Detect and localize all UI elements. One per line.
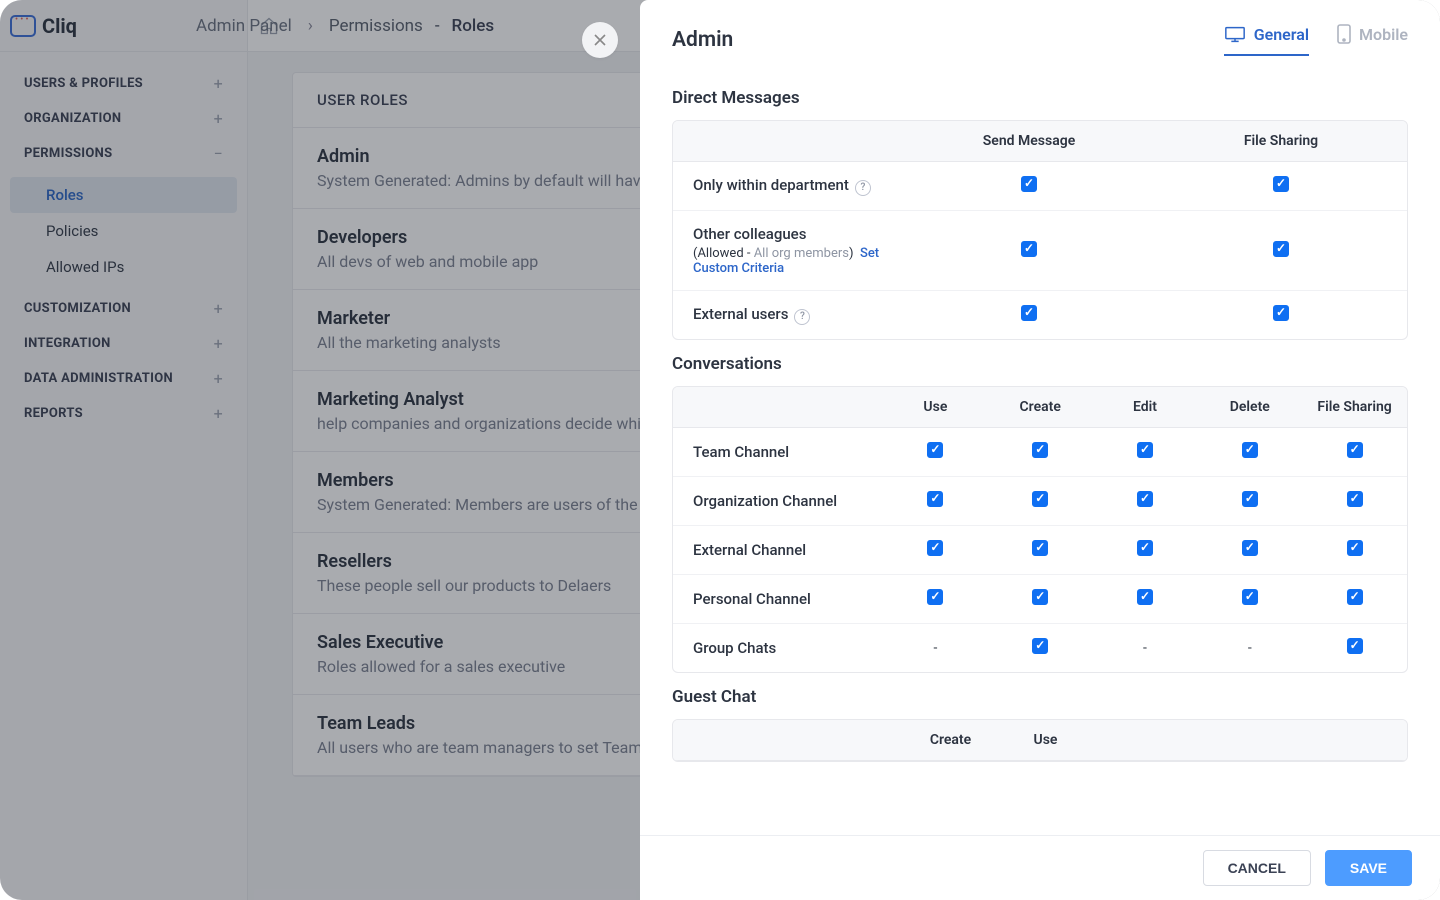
permission-checkbox[interactable]: [1021, 241, 1037, 257]
dm-row: External users?: [673, 291, 1407, 339]
permission-checkbox[interactable]: [1347, 491, 1363, 507]
permission-checkbox[interactable]: [1032, 540, 1048, 556]
save-button[interactable]: SAVE: [1325, 850, 1412, 886]
permission-checkbox[interactable]: [1273, 305, 1289, 321]
dm-grid: Send MessageFile Sharing Only within dep…: [672, 120, 1408, 340]
guest-grid: CreateUse: [672, 719, 1408, 762]
permission-checkbox[interactable]: [1137, 442, 1153, 458]
not-applicable: -: [933, 640, 937, 656]
desktop-icon: [1224, 25, 1246, 43]
dm-heading: Direct Messages: [672, 88, 1408, 108]
permission-checkbox[interactable]: [1137, 540, 1153, 556]
col-header: Use: [883, 387, 988, 427]
permission-checkbox[interactable]: [1032, 442, 1048, 458]
permission-checkbox[interactable]: [1242, 442, 1258, 458]
permission-checkbox[interactable]: [1032, 589, 1048, 605]
permission-checkbox[interactable]: [1347, 638, 1363, 654]
col-header: Create: [988, 387, 1093, 427]
conv-row: Team Channel: [673, 428, 1407, 477]
panel-title: Admin: [672, 28, 733, 52]
permission-checkbox[interactable]: [1242, 589, 1258, 605]
col-header: Delete: [1197, 387, 1302, 427]
col-header: Edit: [1093, 387, 1198, 427]
permission-checkbox[interactable]: [1137, 589, 1153, 605]
tab-mobile-label: Mobile: [1359, 25, 1408, 44]
close-panel-button[interactable]: [582, 22, 618, 58]
permission-checkbox[interactable]: [1021, 176, 1037, 192]
close-icon: [592, 32, 608, 48]
conv-row: Personal Channel: [673, 575, 1407, 624]
guest-heading: Guest Chat: [672, 687, 1408, 707]
col-header: Send Message: [903, 121, 1155, 161]
conv-row: Organization Channel: [673, 477, 1407, 526]
not-applicable: -: [1143, 640, 1147, 656]
tab-mobile[interactable]: Mobile: [1337, 24, 1408, 56]
conv-row: Group Chats---: [673, 624, 1407, 672]
permission-checkbox[interactable]: [1021, 305, 1037, 321]
permission-checkbox[interactable]: [1032, 638, 1048, 654]
permission-checkbox[interactable]: [1242, 491, 1258, 507]
permission-checkbox[interactable]: [927, 589, 943, 605]
dm-row: Other colleagues(Allowed - All org membe…: [673, 211, 1407, 291]
help-icon[interactable]: ?: [794, 309, 810, 325]
permission-checkbox[interactable]: [1273, 241, 1289, 257]
permission-checkbox[interactable]: [1347, 540, 1363, 556]
not-applicable: -: [1248, 640, 1252, 656]
role-permissions-panel: Admin General Mobile Direct Messages Sen…: [640, 0, 1440, 900]
cancel-button[interactable]: CANCEL: [1203, 850, 1311, 886]
permission-checkbox[interactable]: [1137, 491, 1153, 507]
permission-checkbox[interactable]: [927, 491, 943, 507]
permission-checkbox[interactable]: [1347, 442, 1363, 458]
conv-heading: Conversations: [672, 354, 1408, 374]
permission-checkbox[interactable]: [927, 442, 943, 458]
permission-checkbox[interactable]: [1273, 176, 1289, 192]
panel-tabs: General Mobile: [1224, 24, 1408, 56]
col-header: File Sharing: [1155, 121, 1407, 161]
permission-checkbox[interactable]: [1242, 540, 1258, 556]
col-header: Use: [998, 720, 1093, 760]
permission-checkbox[interactable]: [927, 540, 943, 556]
conv-grid: UseCreateEditDeleteFile Sharing Team Cha…: [672, 386, 1408, 673]
col-header: Create: [903, 720, 998, 760]
permission-checkbox[interactable]: [1032, 491, 1048, 507]
help-icon[interactable]: ?: [855, 180, 871, 196]
dm-row: Only within department?: [673, 162, 1407, 211]
tab-general-label: General: [1254, 25, 1309, 44]
tab-general[interactable]: General: [1224, 24, 1309, 56]
permission-checkbox[interactable]: [1347, 589, 1363, 605]
conv-row: External Channel: [673, 526, 1407, 575]
mobile-icon: [1337, 24, 1351, 44]
col-header: File Sharing: [1302, 387, 1407, 427]
